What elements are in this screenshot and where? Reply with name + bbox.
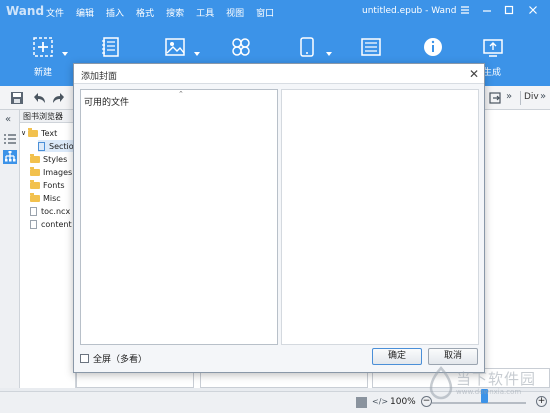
- menu-edit[interactable]: 编辑: [76, 6, 94, 19]
- redo-icon[interactable]: [52, 91, 66, 105]
- close-window-icon[interactable]: [524, 3, 542, 21]
- cancel-button[interactable]: 取消: [428, 348, 478, 365]
- file-icon: [38, 141, 45, 151]
- book-browser-title: 图书浏览器: [20, 110, 75, 123]
- collapse-icon[interactable]: «: [5, 114, 11, 125]
- save-icon[interactable]: [10, 91, 24, 105]
- add-cover-dialog: 添加封面 ✕ ⌃ 可用的文件 全屏（多看） 确定 取消: [73, 63, 485, 373]
- image-dropdown-caret[interactable]: [194, 52, 200, 56]
- tree-view-icon[interactable]: [3, 150, 17, 164]
- tree-item-toc[interactable]: toc.ncx: [30, 205, 70, 217]
- available-files-header: 可用的文件: [84, 98, 130, 108]
- list-view-icon[interactable]: [3, 132, 17, 146]
- tree-item-fonts[interactable]: Fonts: [30, 179, 65, 191]
- page-view-icon[interactable]: [356, 397, 367, 408]
- watermark-icon: [429, 366, 453, 400]
- toolbar-divider: [520, 91, 521, 105]
- watermark-logo: 当下软件园 www.downxia.com: [426, 364, 550, 404]
- title-bar: Wand 文件 编辑 插入 格式 搜索 工具 视图 窗口 untitled.ep…: [0, 0, 550, 24]
- watermark-text: 当下软件园: [456, 370, 537, 388]
- menu-insert[interactable]: 插入: [106, 6, 124, 19]
- new-dropdown-caret[interactable]: [62, 52, 68, 56]
- overflow-chevron-icon[interactable]: »: [540, 91, 546, 102]
- tree-item-styles[interactable]: Styles: [30, 153, 67, 165]
- new-book-icon[interactable]: [32, 36, 54, 58]
- menu-bar: 文件 编辑 插入 格式 搜索 工具 视图 窗口: [46, 6, 286, 19]
- info-icon[interactable]: [422, 36, 444, 58]
- settings-menu-icon[interactable]: [456, 3, 474, 21]
- menu-view[interactable]: 视图: [226, 6, 244, 19]
- tree-item-misc[interactable]: Misc: [30, 192, 61, 204]
- div-tag-button[interactable]: Div: [524, 92, 539, 102]
- zoom-level: 100%: [390, 397, 416, 407]
- undo-icon[interactable]: [32, 91, 46, 105]
- export-icon[interactable]: [488, 91, 502, 105]
- watermark-url: www.downxia.com: [456, 388, 522, 396]
- more-chevron-icon[interactable]: »: [506, 91, 512, 102]
- code-view-icon[interactable]: </>: [372, 397, 388, 406]
- new-label: 新建: [34, 68, 53, 78]
- fullscreen-label: 全屏（多看）: [93, 355, 148, 365]
- menu-search[interactable]: 搜索: [166, 6, 184, 19]
- side-strip: «: [0, 110, 20, 388]
- folder-icon: [28, 127, 39, 137]
- tree-item-text[interactable]: ∨ Text: [21, 127, 57, 139]
- folder-icon: [30, 166, 40, 176]
- folder-icon: [30, 179, 40, 189]
- app-logo: Wand: [6, 4, 45, 18]
- file-icon: [30, 206, 37, 216]
- list-icon[interactable]: [360, 36, 382, 58]
- sort-caret-icon[interactable]: ⌃: [178, 90, 184, 98]
- tree-item-content[interactable]: content: [30, 218, 72, 230]
- notebook-icon[interactable]: [100, 36, 122, 58]
- menu-window[interactable]: 窗口: [256, 6, 274, 19]
- clover-icon[interactable]: [230, 36, 252, 58]
- menu-file[interactable]: 文件: [46, 6, 64, 19]
- window-title: untitled.epub - Wand: [362, 6, 457, 16]
- device-icon[interactable]: [296, 36, 318, 58]
- folder-icon: [30, 153, 40, 163]
- minimize-icon[interactable]: [478, 3, 496, 21]
- ok-button[interactable]: 确定: [372, 348, 422, 365]
- tree-item-images[interactable]: Images: [30, 166, 72, 178]
- generate-label: 生成: [483, 68, 502, 78]
- dialog-title: 添加封面: [81, 72, 118, 82]
- maximize-icon[interactable]: [500, 3, 518, 21]
- expand-arrow-icon[interactable]: ∨: [21, 129, 26, 137]
- book-browser: 图书浏览器 ∨ Text Section Styles Images Fonts…: [20, 110, 79, 388]
- device-dropdown-caret[interactable]: [326, 52, 332, 56]
- menu-tools[interactable]: 工具: [196, 6, 214, 19]
- menu-format[interactable]: 格式: [136, 6, 154, 19]
- available-files-list[interactable]: ⌃ 可用的文件: [80, 89, 278, 345]
- generate-icon[interactable]: [482, 36, 504, 58]
- fullscreen-checkbox[interactable]: [80, 354, 89, 363]
- cover-preview: [281, 89, 479, 345]
- folder-icon: [30, 192, 40, 202]
- fullscreen-option[interactable]: 全屏（多看）: [80, 352, 147, 365]
- dialog-title-bar: 添加封面 ✕: [74, 64, 484, 84]
- file-icon: [30, 219, 37, 229]
- dialog-close-icon[interactable]: ✕: [466, 66, 482, 82]
- image-icon[interactable]: [164, 36, 186, 58]
